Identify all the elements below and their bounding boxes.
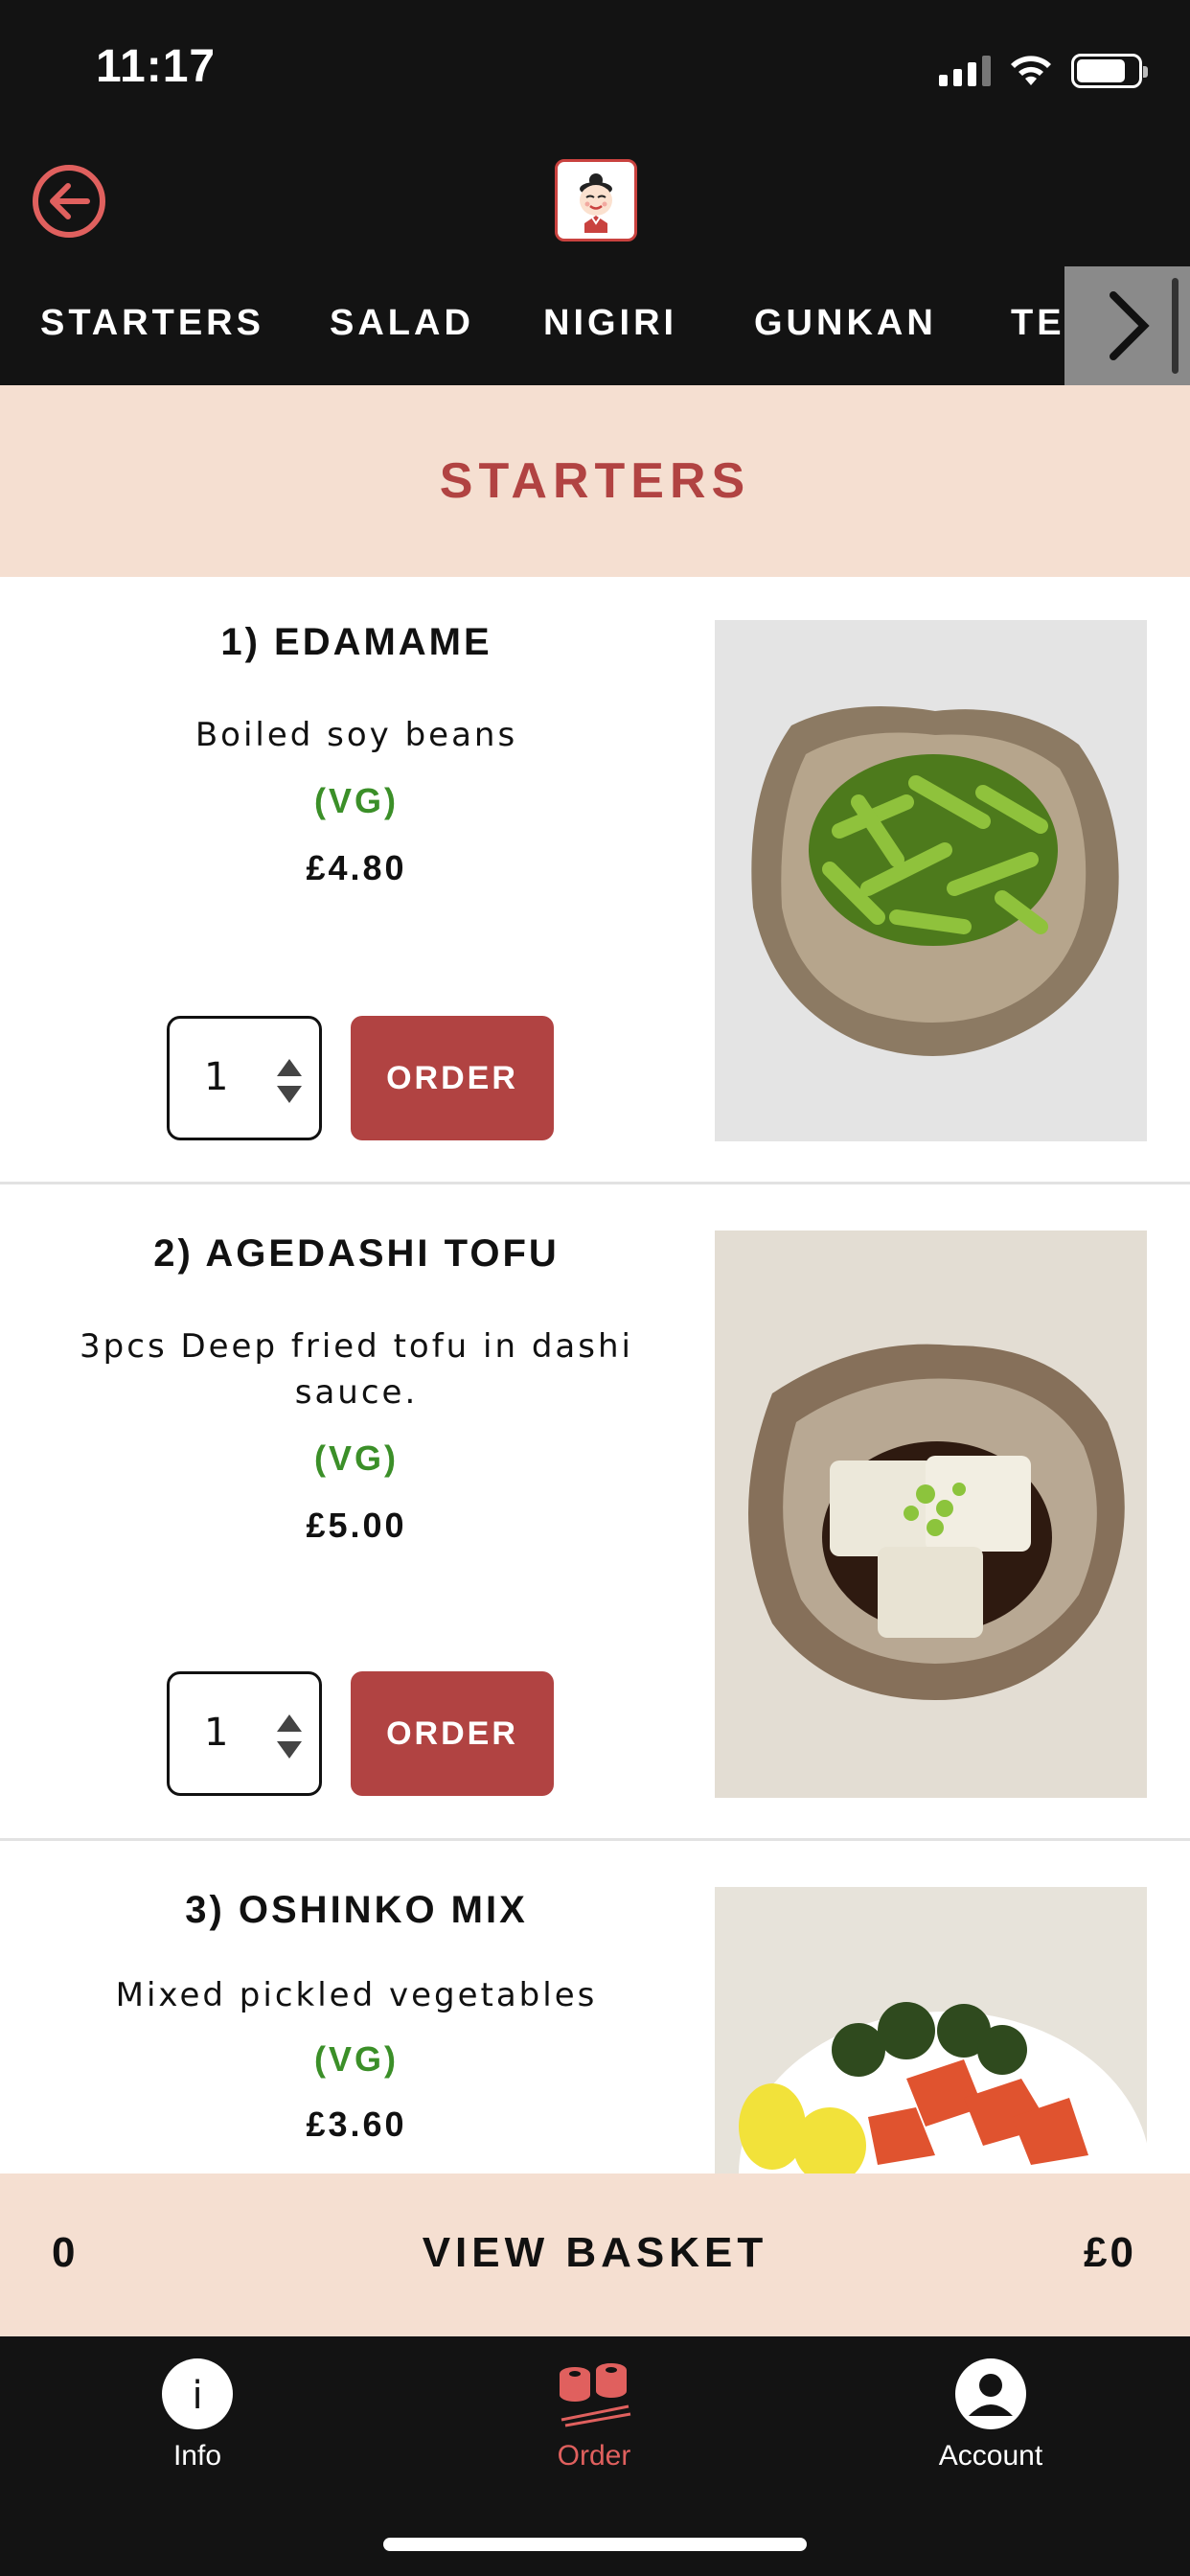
quantity-stepper[interactable]: 1 <box>167 1016 322 1140</box>
view-basket-bar[interactable]: 0 VIEW BASKET £0 <box>0 2174 1190 2336</box>
status-icons <box>939 52 1148 90</box>
menu-item: 3) OSHINKO MIX Mixed pickled vegetables … <box>0 1841 1190 2174</box>
info-icon: i <box>159 2356 236 2432</box>
wifi-icon <box>1011 56 1051 85</box>
item-description: Mixed pickled vegetables <box>115 1976 598 2014</box>
nav-label: Account <box>938 2440 1043 2472</box>
item-vegan-tag: (VG) <box>314 1438 399 1478</box>
nav-label: Info <box>172 2440 222 2472</box>
oshinko-mix-image <box>715 1887 1147 2174</box>
edamame-image <box>715 620 1147 1141</box>
edamame-photo <box>715 620 1147 1141</box>
item-name: 1) EDAMAME <box>220 621 492 663</box>
oshinko-mix-photo <box>715 1887 1147 2174</box>
nav-order[interactable]: Order <box>479 2356 709 2472</box>
tab-starters[interactable]: STARTERS <box>40 303 264 344</box>
section-title: STARTERS <box>439 453 751 509</box>
chevron-right-icon <box>1109 291 1150 360</box>
cellular-signal-icon <box>939 56 991 86</box>
arrow-left-icon <box>50 183 90 219</box>
sushi-icon <box>556 2356 632 2432</box>
view-basket-label: VIEW BASKET <box>422 2229 768 2276</box>
order-button[interactable]: ORDER <box>351 1016 554 1140</box>
up-down-arrows-icon <box>277 1714 302 1759</box>
menu-item: 2) AGEDASHI TOFU 3pcs Deep fried tofu in… <box>0 1184 1190 1841</box>
quantity-stepper[interactable]: 1 <box>167 1671 322 1796</box>
item-vegan-tag: (VG) <box>314 781 399 820</box>
home-indicator[interactable] <box>383 2538 807 2551</box>
agedashi-tofu-photo <box>715 1230 1147 1798</box>
section-header: STARTERS <box>0 385 1190 577</box>
nav-label: Order <box>557 2440 631 2472</box>
up-down-arrows-icon <box>277 1059 302 1103</box>
menu-item: 1) EDAMAME Boiled soy beans (VG) £4.80 1… <box>0 577 1190 1184</box>
item-description: 3pcs Deep fried tofu in dashi sauce. <box>80 1327 633 1412</box>
quantity-value: 1 <box>204 1711 229 1755</box>
item-price: £5.00 <box>306 1506 407 1545</box>
category-tabs: STARTERS SALAD NIGIRI GUNKAN TEMAKI <box>0 266 1190 385</box>
tab-salad[interactable]: SALAD <box>330 303 474 344</box>
agedashi-tofu-image <box>715 1230 1147 1798</box>
nav-account[interactable]: Account <box>876 2356 1106 2472</box>
status-time: 11:17 <box>96 41 217 92</box>
basket-total: £0 <box>1084 2229 1136 2276</box>
top-bar: 11:17 <box>0 0 1190 266</box>
item-name: 2) AGEDASHI TOFU <box>153 1232 560 1275</box>
account-icon <box>952 2356 1029 2432</box>
item-price: £4.80 <box>306 848 407 887</box>
tab-gunkan[interactable]: GUNKAN <box>754 303 937 344</box>
item-name: 3) OSHINKO MIX <box>185 1889 528 1931</box>
quantity-value: 1 <box>204 1055 229 1099</box>
sushi-chef-logo-icon <box>580 173 612 233</box>
restaurant-logo[interactable] <box>555 159 637 242</box>
tabs-scrollbar <box>1172 278 1179 374</box>
order-button[interactable]: ORDER <box>351 1671 554 1796</box>
battery-icon <box>1071 54 1148 88</box>
item-vegan-tag: (VG) <box>314 2039 399 2079</box>
back-button[interactable] <box>33 165 105 238</box>
nav-info[interactable]: i Info <box>82 2356 312 2472</box>
item-description: Boiled soy beans <box>195 716 518 754</box>
item-price: £3.60 <box>306 2104 407 2144</box>
tab-nigiri[interactable]: NIGIRI <box>543 303 677 344</box>
svg-text:i: i <box>192 2374 202 2418</box>
tabs-scroll-right-button[interactable] <box>1064 266 1190 385</box>
